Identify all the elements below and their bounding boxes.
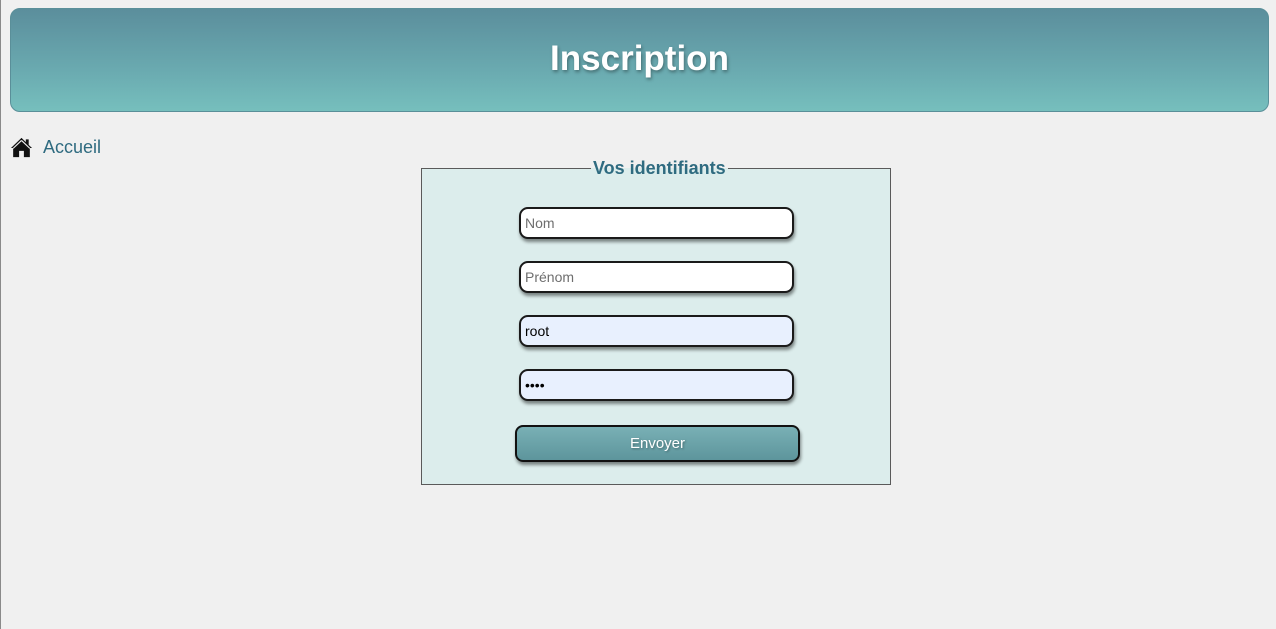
nom-input[interactable] bbox=[519, 207, 794, 239]
home-link-label: Accueil bbox=[43, 137, 102, 157]
prenom-input[interactable] bbox=[519, 261, 794, 293]
form-legend: Vos identifiants bbox=[591, 158, 728, 178]
submit-button[interactable]: Envoyer bbox=[515, 425, 800, 462]
page-title: Inscription bbox=[550, 39, 729, 78]
registration-form: Vos identifiants Envoyer bbox=[421, 158, 891, 485]
home-link[interactable]: Accueil bbox=[10, 136, 101, 159]
page-header: Inscription bbox=[10, 8, 1269, 112]
home-icon bbox=[10, 137, 33, 158]
login-input[interactable] bbox=[519, 315, 794, 347]
password-input[interactable] bbox=[519, 369, 794, 401]
window-left-border bbox=[0, 0, 1, 629]
